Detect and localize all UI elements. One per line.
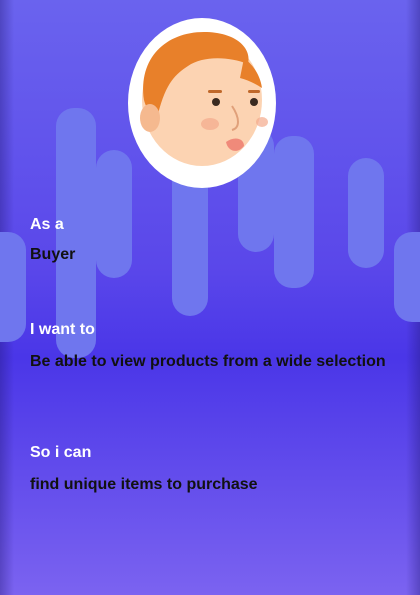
so-i-can-label: So i can	[30, 444, 92, 461]
role-value: Buyer	[30, 246, 76, 263]
drip-shape	[394, 232, 420, 322]
person-face-icon	[140, 32, 268, 166]
benefit-value: find unique items to purchase	[30, 476, 258, 493]
drip-shape	[96, 150, 132, 278]
drip-shape	[0, 232, 26, 342]
drip-shape	[348, 158, 384, 268]
drip-shape	[274, 136, 314, 288]
want-value: Be able to view products from a wide sel…	[30, 353, 386, 370]
as-a-label: As a	[30, 216, 64, 233]
avatar	[128, 18, 276, 188]
user-story-card: As a Buyer I want to Be able to view pro…	[0, 0, 420, 595]
i-want-to-label: I want to	[30, 321, 95, 338]
